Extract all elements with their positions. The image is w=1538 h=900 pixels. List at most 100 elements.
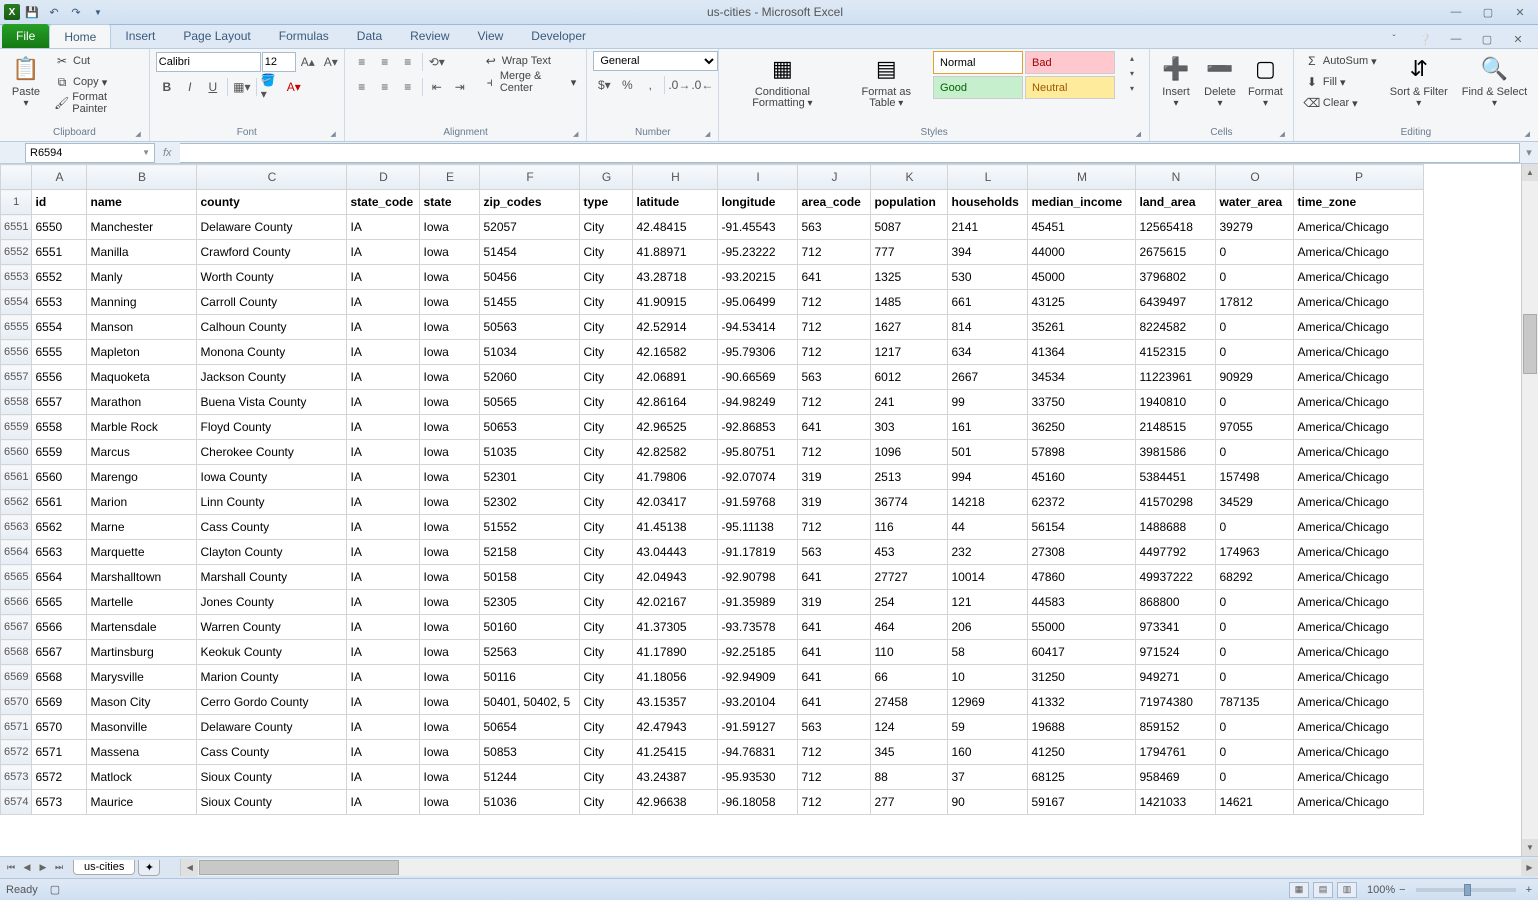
cell[interactable]: America/Chicago xyxy=(1294,340,1424,365)
cell[interactable]: 50401, 50402, 5 xyxy=(480,690,580,715)
cell[interactable]: City xyxy=(580,590,633,615)
row-header-6551[interactable]: 6551 xyxy=(1,215,32,240)
cell[interactable]: 42.48415 xyxy=(633,215,718,240)
cell[interactable]: 160 xyxy=(948,740,1028,765)
cell[interactable]: 37 xyxy=(948,765,1028,790)
cell[interactable]: 641 xyxy=(798,265,871,290)
formula-input[interactable] xyxy=(180,143,1520,163)
cell[interactable]: 6556 xyxy=(32,365,87,390)
cell[interactable]: Marion County xyxy=(197,665,347,690)
cell[interactable]: IA xyxy=(347,765,420,790)
cell[interactable]: 42.86164 xyxy=(633,390,718,415)
cell[interactable]: Sioux County xyxy=(197,765,347,790)
cell[interactable]: America/Chicago xyxy=(1294,390,1424,415)
cell[interactable]: 68292 xyxy=(1216,565,1294,590)
cell[interactable]: -94.98249 xyxy=(718,390,798,415)
header-cell[interactable]: county xyxy=(197,190,347,215)
cell[interactable]: City xyxy=(580,340,633,365)
cell[interactable]: 50654 xyxy=(480,715,580,740)
cell[interactable]: 41364 xyxy=(1028,340,1136,365)
cell[interactable]: Crawford County xyxy=(197,240,347,265)
cell[interactable]: Iowa xyxy=(420,665,480,690)
cell[interactable]: 50853 xyxy=(480,740,580,765)
row-header-6557[interactable]: 6557 xyxy=(1,365,32,390)
cell[interactable]: 12565418 xyxy=(1136,215,1216,240)
cell[interactable]: 1485 xyxy=(871,290,948,315)
cell[interactable]: IA xyxy=(347,565,420,590)
cell[interactable]: City xyxy=(580,715,633,740)
row-header-6566[interactable]: 6566 xyxy=(1,590,32,615)
cell[interactable]: Delaware County xyxy=(197,715,347,740)
styles-scroll-down-icon[interactable]: ▾ xyxy=(1121,66,1143,81)
cell[interactable]: 42.96525 xyxy=(633,415,718,440)
header-cell[interactable]: land_area xyxy=(1136,190,1216,215)
cell[interactable]: Cherokee County xyxy=(197,440,347,465)
cell[interactable]: 12969 xyxy=(948,690,1028,715)
cell[interactable]: 157498 xyxy=(1216,465,1294,490)
cell[interactable]: IA xyxy=(347,315,420,340)
cell[interactable]: City xyxy=(580,690,633,715)
page-break-view-icon[interactable]: ▥ xyxy=(1337,882,1357,898)
grid[interactable]: ABCDEFGHIJKLMNOP1idnamecountystate_codes… xyxy=(0,164,1538,856)
cell[interactable]: 464 xyxy=(871,615,948,640)
cell[interactable]: City xyxy=(580,440,633,465)
col-header-E[interactable]: E xyxy=(420,165,480,190)
fx-icon[interactable]: fx xyxy=(155,147,180,159)
cell[interactable]: 44 xyxy=(948,515,1028,540)
cell[interactable]: Iowa xyxy=(420,490,480,515)
cell[interactable]: IA xyxy=(347,615,420,640)
cell[interactable]: Marne xyxy=(87,515,197,540)
cell[interactable]: 1096 xyxy=(871,440,948,465)
bold-button[interactable]: B xyxy=(156,76,178,98)
workbook-close-icon[interactable]: ✕ xyxy=(1504,30,1532,48)
cell[interactable]: Marion xyxy=(87,490,197,515)
cell[interactable]: 859152 xyxy=(1136,715,1216,740)
name-box-dropdown-icon[interactable]: ▼ xyxy=(142,148,150,157)
cell[interactable]: IA xyxy=(347,640,420,665)
cell[interactable]: 57898 xyxy=(1028,440,1136,465)
cell[interactable]: IA xyxy=(347,515,420,540)
cell[interactable]: 52305 xyxy=(480,590,580,615)
cell[interactable]: 6571 xyxy=(32,740,87,765)
cell[interactable]: City xyxy=(580,790,633,815)
cell[interactable]: America/Chicago xyxy=(1294,740,1424,765)
cell[interactable]: 6559 xyxy=(32,440,87,465)
cell[interactable]: IA xyxy=(347,790,420,815)
cell[interactable]: 6012 xyxy=(871,365,948,390)
cell[interactable]: 712 xyxy=(798,315,871,340)
cell[interactable]: IA xyxy=(347,490,420,515)
cell[interactable]: 45160 xyxy=(1028,465,1136,490)
cell[interactable]: 90 xyxy=(948,790,1028,815)
sort-filter-button[interactable]: ⇵Sort & Filter ▾ xyxy=(1385,51,1453,111)
cell[interactable]: 43.28718 xyxy=(633,265,718,290)
cell[interactable]: IA xyxy=(347,365,420,390)
cell[interactable]: 206 xyxy=(948,615,1028,640)
cell[interactable]: Cass County xyxy=(197,515,347,540)
cell[interactable]: -93.20215 xyxy=(718,265,798,290)
cell[interactable]: 51454 xyxy=(480,240,580,265)
cell[interactable]: Iowa xyxy=(420,440,480,465)
tab-data[interactable]: Data xyxy=(343,24,396,48)
cell[interactable]: Iowa xyxy=(420,465,480,490)
font-color-button[interactable]: A▾ xyxy=(283,76,305,98)
col-header-K[interactable]: K xyxy=(871,165,948,190)
cell[interactable]: America/Chicago xyxy=(1294,440,1424,465)
new-sheet-button[interactable]: ✦ xyxy=(138,860,160,876)
cell[interactable]: 641 xyxy=(798,565,871,590)
cell[interactable]: 71974380 xyxy=(1136,690,1216,715)
cell[interactable]: City xyxy=(580,265,633,290)
cell[interactable]: 36774 xyxy=(871,490,948,515)
align-center-icon[interactable]: ≡ xyxy=(374,76,396,98)
header-cell[interactable]: latitude xyxy=(633,190,718,215)
cell[interactable]: City xyxy=(580,465,633,490)
scroll-left-icon[interactable]: ◀ xyxy=(181,859,198,876)
styles-more-icon[interactable]: ▾ xyxy=(1121,81,1143,96)
cell[interactable]: City xyxy=(580,315,633,340)
cell[interactable]: 58 xyxy=(948,640,1028,665)
cell[interactable]: City xyxy=(580,415,633,440)
cell[interactable]: 42.52914 xyxy=(633,315,718,340)
cell[interactable]: 712 xyxy=(798,515,871,540)
cell[interactable]: 6565 xyxy=(32,590,87,615)
header-cell[interactable]: type xyxy=(580,190,633,215)
increase-decimal-icon[interactable]: .0→ xyxy=(668,74,690,96)
